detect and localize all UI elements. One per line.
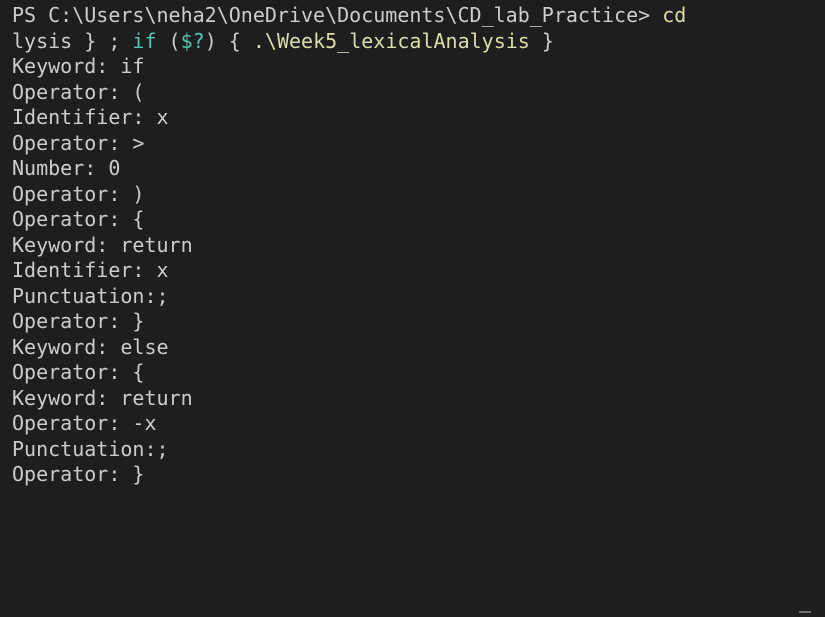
command-line: PS C:\Users\neha2\OneDrive\Documents\CD_… bbox=[12, 3, 825, 29]
command-segment: ) { bbox=[204, 28, 253, 53]
output-line: Identifier: x bbox=[12, 258, 169, 282]
output-block: Keyword: if Operator: ( Identifier: x Op… bbox=[12, 54, 825, 488]
command-block: PS C:\Users\neha2\OneDrive\Documents\CD_… bbox=[12, 3, 825, 54]
output-line: Operator: ( bbox=[12, 79, 145, 104]
output-line: Keyword: else bbox=[12, 334, 169, 359]
output-line: Number: 0 bbox=[12, 156, 121, 180]
command-segment: if bbox=[132, 28, 157, 53]
command-segment: ( bbox=[156, 28, 181, 53]
command-line: lysis } ; if ($?) { .\Week5_lexicalAnaly… bbox=[12, 29, 825, 55]
output-line: Keyword: return bbox=[12, 385, 193, 410]
output-line: Identifier: x bbox=[12, 105, 169, 129]
terminal-window[interactable]: PS C:\Users\neha2\OneDrive\Documents\CD_… bbox=[0, 0, 825, 617]
command-segment: cd bbox=[662, 3, 687, 27]
output-line: Keyword: return bbox=[12, 232, 193, 257]
output-line: Operator: { bbox=[12, 360, 145, 384]
output-line: Operator: ) bbox=[12, 181, 145, 206]
command-segment: $? bbox=[180, 28, 205, 53]
output-line: Operator: > bbox=[12, 130, 145, 155]
output-line: Operator: } bbox=[12, 462, 145, 486]
output-line: Operator: -x bbox=[12, 411, 157, 435]
output-line: Punctuation:; bbox=[12, 436, 169, 461]
output-line: Operator: { bbox=[12, 207, 145, 231]
output-line: Keyword: if bbox=[12, 54, 145, 78]
command-segment: PS C:\Users\neha2\OneDrive\Documents\CD_… bbox=[12, 3, 663, 27]
command-segment: lysis } ; bbox=[12, 28, 133, 53]
command-segment: } bbox=[529, 28, 554, 53]
output-line: Punctuation:; bbox=[12, 283, 169, 308]
output-line: Operator: } bbox=[12, 309, 145, 333]
command-segment: .\Week5_lexicalAnalysis bbox=[252, 28, 530, 53]
scroll-indicator[interactable] bbox=[799, 611, 811, 613]
